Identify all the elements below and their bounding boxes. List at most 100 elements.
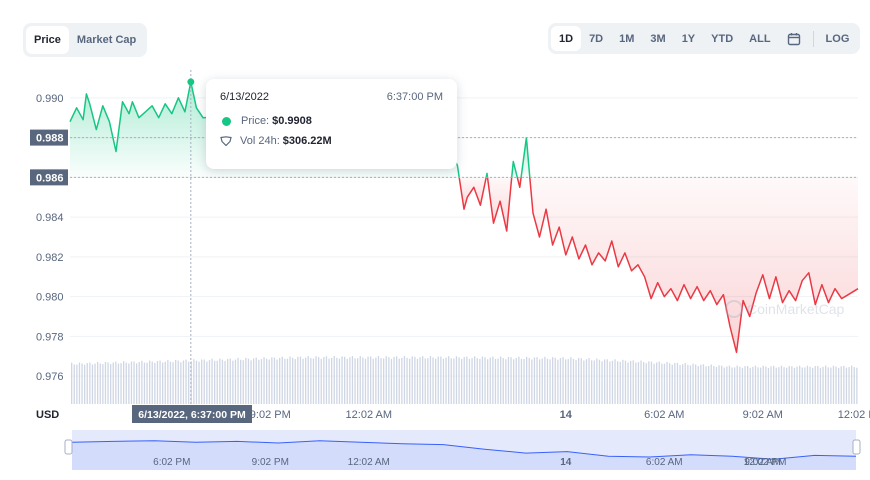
volume-bar — [526, 356, 528, 404]
volume-bar — [754, 365, 757, 404]
volume-bar — [619, 361, 621, 404]
volume-bar — [432, 357, 434, 404]
volume-bar — [622, 359, 624, 404]
volume-bar — [697, 366, 699, 404]
volume-bar — [546, 358, 549, 404]
volume-bar — [123, 361, 125, 404]
baseline-badge-label: 0.986 — [36, 172, 64, 184]
volume-bar — [357, 358, 359, 404]
navigator-left-handle[interactable] — [64, 439, 73, 455]
volume-bar — [169, 361, 172, 404]
volume-bar — [796, 366, 798, 404]
navigator-tick-label: 12:02 PM — [744, 457, 787, 468]
tooltip-date: 6/13/2022 — [220, 91, 269, 103]
volume-bar — [645, 363, 647, 404]
volume-bar — [450, 358, 452, 404]
volume-bar — [268, 359, 270, 404]
volume-bar — [614, 359, 616, 404]
volume-bar — [479, 358, 481, 404]
volume-bar — [489, 357, 491, 404]
volume-bar — [89, 362, 91, 404]
volume-bar — [294, 359, 296, 404]
volume-bar — [216, 360, 218, 404]
volume-bar — [284, 358, 286, 404]
volume-bar — [71, 362, 73, 404]
volume-bar — [687, 364, 689, 404]
volume-bar — [318, 357, 320, 404]
volume-bar — [635, 362, 637, 404]
volume-bar — [453, 358, 455, 404]
volume-bar — [159, 360, 161, 404]
chart-tooltip: 6/13/2022 6:37:00 PM Price: $0.9908 Vol … — [206, 79, 457, 169]
volume-bar — [518, 356, 520, 404]
volume-bar — [801, 367, 803, 404]
volume-bar — [767, 367, 770, 404]
volume-bar — [747, 366, 749, 404]
volume-bar — [206, 361, 208, 404]
volume-bar — [172, 362, 174, 404]
volume-bar — [367, 356, 369, 404]
volume-bar — [232, 360, 234, 404]
volume-bar — [435, 358, 437, 404]
volume-bar — [544, 356, 546, 404]
volume-bar — [117, 363, 120, 404]
volume-bar — [710, 364, 712, 404]
volume-bar — [648, 361, 650, 404]
volume-bar — [229, 358, 231, 404]
volume-bar — [323, 356, 325, 404]
volume-bar — [429, 356, 432, 404]
volume-bar — [107, 362, 109, 404]
volume-bar — [505, 359, 507, 404]
volume-bar — [219, 358, 221, 404]
tooltip-price-label: Price: — [241, 115, 270, 127]
volume-bar — [354, 358, 356, 404]
volume-bar — [617, 361, 619, 404]
volume-bar — [695, 364, 697, 404]
volume-bar — [601, 361, 603, 404]
volume-bar — [104, 362, 107, 404]
volume-bar — [221, 359, 224, 404]
volume-bar — [302, 358, 304, 404]
navigator-tick-label: 14 — [560, 457, 572, 468]
volume-bar — [245, 357, 247, 404]
volume-bar — [598, 359, 601, 404]
volume-bar — [848, 367, 850, 404]
volume-bar — [653, 363, 655, 404]
volume-bar — [214, 360, 216, 404]
y-tick-label: 0.990 — [36, 93, 64, 105]
volume-bar — [414, 356, 416, 404]
volume-bar — [804, 367, 806, 404]
volume-bar — [419, 357, 421, 404]
volume-shield-icon — [220, 136, 232, 146]
volume-bar — [500, 356, 502, 404]
volume-bar — [177, 360, 179, 404]
volume-bar — [99, 363, 101, 404]
volume-bar — [97, 361, 99, 404]
volume-bar — [346, 358, 348, 404]
volume-bar — [539, 359, 541, 404]
volume-bar — [679, 365, 681, 404]
volume-bar — [380, 358, 382, 404]
volume-bar — [281, 356, 283, 404]
volume-bar — [320, 358, 322, 404]
price-chart[interactable]: 0.990 0.984 0.982 0.980 0.978 0.976 0.988 0.986… — [0, 0, 870, 480]
volume-bar — [476, 358, 478, 404]
volume-bar — [351, 356, 354, 404]
volume-bar — [240, 359, 242, 404]
volume-bar — [167, 359, 169, 404]
navigator-tick-label: 6:02 AM — [646, 457, 683, 468]
volume-bar — [299, 356, 302, 404]
volume-bar — [650, 361, 653, 404]
volume-bar — [102, 364, 104, 404]
volume-bar — [437, 356, 439, 404]
navigator-tick-label: 9:02 PM — [252, 457, 289, 468]
volume-bar — [528, 357, 530, 404]
volume-bar — [383, 358, 385, 404]
volume-bar — [422, 356, 424, 404]
volume-bar — [562, 357, 564, 404]
volume-bar — [341, 356, 343, 404]
volume-bar — [188, 361, 190, 404]
y-tick-label: 0.978 — [36, 331, 64, 343]
volume-bar — [853, 367, 855, 404]
navigator-right-handle[interactable] — [852, 439, 861, 455]
